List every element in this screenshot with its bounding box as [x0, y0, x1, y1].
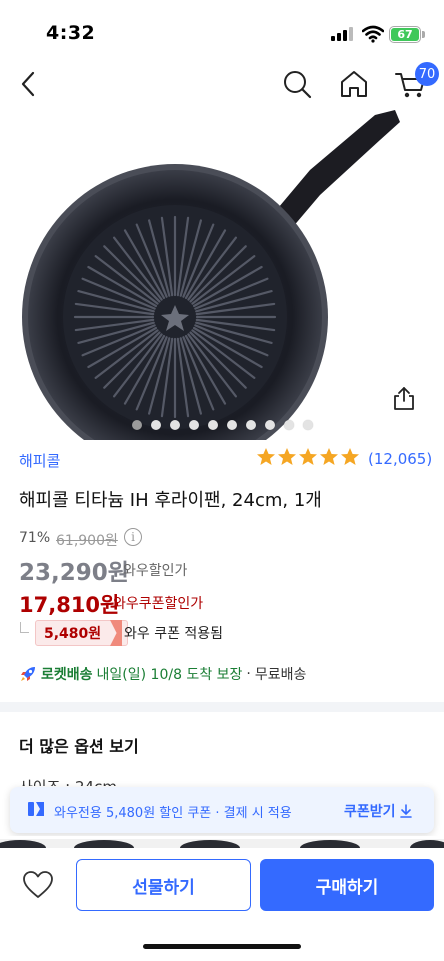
review-count-link[interactable]: (12,065) [368, 450, 432, 468]
star-icon [278, 448, 296, 465]
download-icon [399, 804, 412, 818]
brand-link[interactable]: 해피콜 [19, 450, 60, 471]
star-icon [341, 448, 359, 465]
product-image[interactable] [0, 110, 444, 440]
search-icon[interactable] [282, 68, 312, 100]
pagination-dot[interactable] [188, 420, 199, 430]
pagination-dot[interactable] [283, 420, 294, 430]
star-icon [257, 448, 275, 465]
delivery-date: 내일(일) 10/8 도착 보장 [96, 667, 243, 683]
sub-item-corner-icon [20, 622, 29, 633]
delivery-info: 로켓배송 내일(일) 10/8 도착 보장 · 무료배송 [19, 664, 306, 684]
buy-button[interactable]: 구매하기 [260, 859, 434, 911]
delivery-separator: · [246, 666, 251, 682]
pagination-dot[interactable] [131, 420, 142, 430]
more-options-heading[interactable]: 더 많은 옵션 보기 [19, 733, 139, 757]
home-indicator [143, 944, 301, 949]
share-icon[interactable] [391, 385, 417, 411]
pagination-dot[interactable] [169, 420, 180, 430]
battery-indicator: 67 [389, 26, 421, 43]
wow-price: 23,290원 [19, 560, 129, 586]
battery-level: 67 [391, 28, 419, 41]
pagination-dot[interactable] [226, 420, 237, 430]
pagination-dot[interactable] [264, 420, 275, 430]
pagination-dot[interactable] [245, 420, 256, 430]
status-time: 4:32 [46, 22, 96, 44]
rating-stars [256, 447, 360, 467]
delivery-name: 로켓배송 [41, 667, 93, 683]
product-title: 해피콜 티타늄 IH 후라이팬, 24cm, 1개 [19, 490, 322, 511]
section-divider [0, 702, 444, 712]
get-coupon-button[interactable]: 쿠폰받기 [344, 801, 413, 821]
option-thumbnails-strip [0, 836, 444, 848]
free-shipping: 무료배송 [254, 667, 307, 683]
cart-count-badge: 70 [415, 62, 439, 86]
pagination-dot[interactable] [150, 420, 161, 430]
star-icon [320, 448, 338, 465]
coupon-banner-text: 와우전용 5,480원 할인 쿠폰 · 결제 시 적용 [54, 806, 292, 821]
home-icon[interactable] [338, 68, 370, 100]
battery-nub [422, 31, 425, 38]
rocket-icon [21, 667, 35, 681]
coupon-amount: 5,480원 [44, 626, 102, 642]
cellular-signal-icon [331, 27, 353, 41]
star-icon [299, 448, 317, 465]
coupon-applied-text: 와우 쿠폰 적용됨 [124, 626, 224, 642]
coupon-price: 17,810원 [19, 593, 120, 617]
discount-rate: 71% [19, 530, 51, 546]
coupon-price-label: 와우쿠폰할인가 [113, 596, 204, 612]
gift-button[interactable]: 선물하기 [76, 859, 251, 911]
original-price: 61,900원 [56, 533, 118, 549]
get-coupon-label: 쿠폰받기 [344, 804, 396, 820]
back-icon[interactable] [16, 68, 42, 100]
image-pagination-dots [0, 420, 444, 432]
wifi-icon [362, 25, 384, 43]
pagination-dot[interactable] [207, 420, 218, 430]
heart-icon[interactable] [22, 870, 54, 900]
wow-logo-icon [28, 802, 44, 816]
wow-price-label: 와우할인가 [123, 563, 188, 579]
pagination-dot[interactable] [302, 420, 313, 430]
option-peek-text: 사이즈 : 24cm [19, 776, 117, 786]
info-icon[interactable]: i [124, 528, 142, 546]
